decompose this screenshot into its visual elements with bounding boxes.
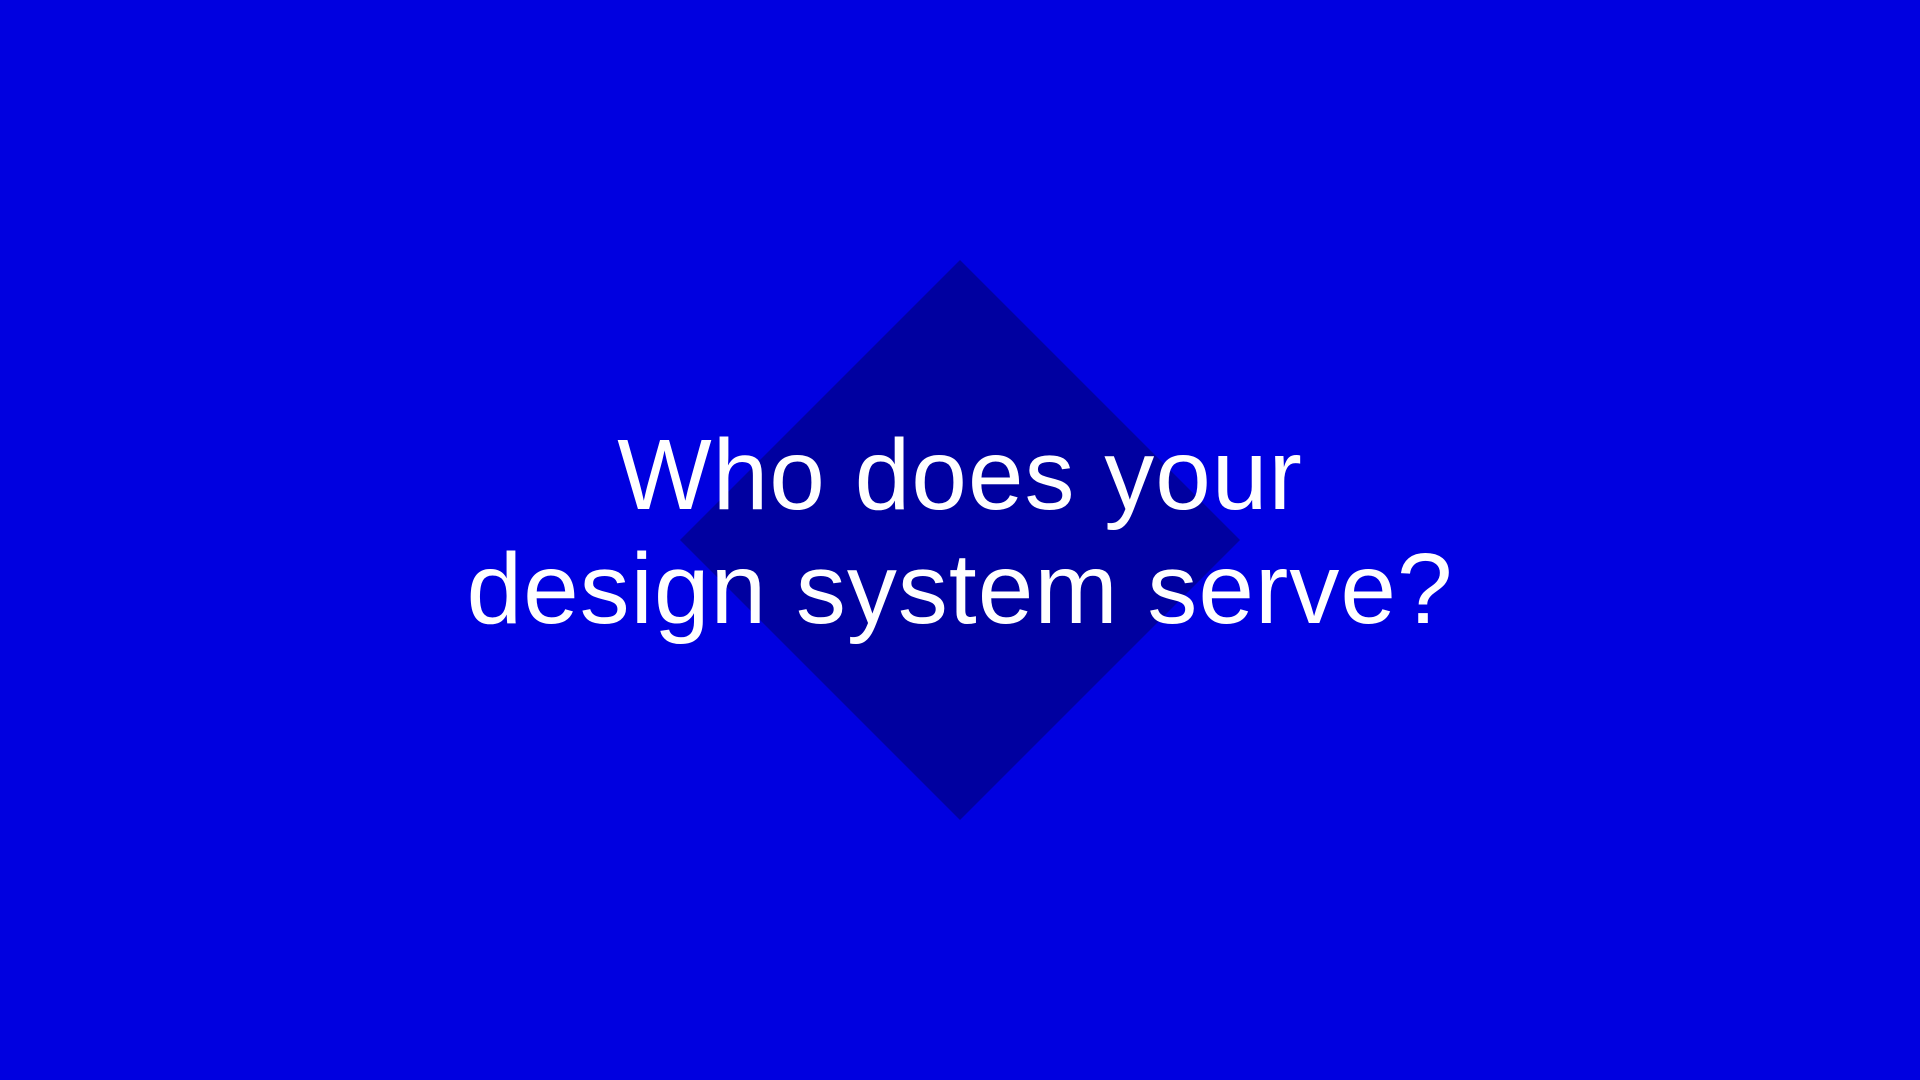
headline-line-2: design system serve? [466, 533, 1454, 645]
slide: Who does your design system serve? [0, 0, 1920, 1080]
headline-line-1: Who does your [617, 419, 1303, 531]
headline: Who does your design system serve? [0, 418, 1920, 646]
